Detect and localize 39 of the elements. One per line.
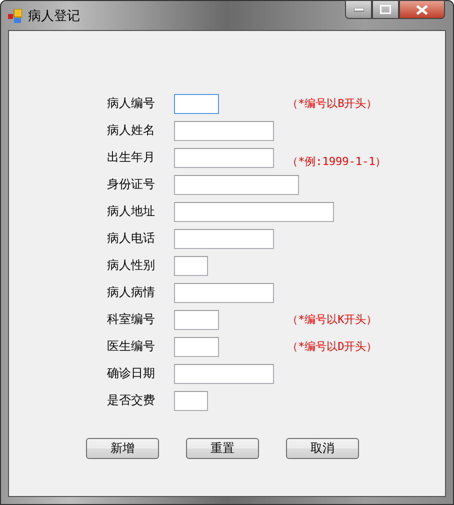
form-button[interactable]: 重置 — [186, 438, 259, 459]
hint-text: （*编号以D开头） — [287, 339, 378, 354]
field-label: 是否交费 — [107, 392, 156, 409]
hint-text: （*例:1999-1-1） — [287, 154, 386, 169]
field-label: 病人地址 — [107, 203, 156, 220]
input-field[interactable] — [174, 310, 219, 330]
input-field[interactable] — [174, 364, 274, 384]
input-field[interactable] — [174, 228, 274, 248]
window-title: 病人登记 — [28, 8, 80, 25]
input-field[interactable] — [174, 390, 208, 410]
input-field[interactable] — [174, 174, 299, 194]
field-label: 确诊日期 — [107, 365, 156, 382]
hint-text: （*编号以K开头） — [287, 312, 378, 327]
field-label: 病人性别 — [107, 257, 156, 274]
input-field[interactable] — [174, 148, 274, 168]
input-field[interactable] — [174, 256, 208, 276]
input-field[interactable] — [174, 202, 334, 222]
close-icon — [416, 4, 428, 14]
input-field[interactable] — [174, 120, 274, 140]
input-field[interactable] — [174, 94, 219, 114]
field-label: 出生年月 — [107, 149, 156, 166]
field-label: 身份证号 — [107, 176, 156, 193]
input-field[interactable] — [174, 282, 274, 302]
hint-text: （*编号以B开头） — [287, 96, 378, 111]
form-button[interactable]: 新增 — [86, 438, 159, 459]
maximize-button[interactable] — [372, 0, 399, 19]
minimize-icon — [354, 8, 364, 12]
field-label: 医生编号 — [107, 338, 156, 355]
field-label: 病人编号 — [107, 95, 156, 112]
minimize-button[interactable] — [345, 0, 372, 19]
input-field[interactable] — [174, 336, 219, 356]
field-label: 科室编号 — [107, 311, 156, 328]
app-icon — [8, 9, 22, 23]
field-label: 病人姓名 — [107, 122, 156, 139]
field-label: 病人电话 — [107, 230, 156, 247]
close-button[interactable] — [399, 0, 445, 19]
maximize-icon — [380, 5, 391, 14]
field-label: 病人病情 — [107, 284, 156, 301]
form-button[interactable]: 取消 — [286, 438, 359, 459]
